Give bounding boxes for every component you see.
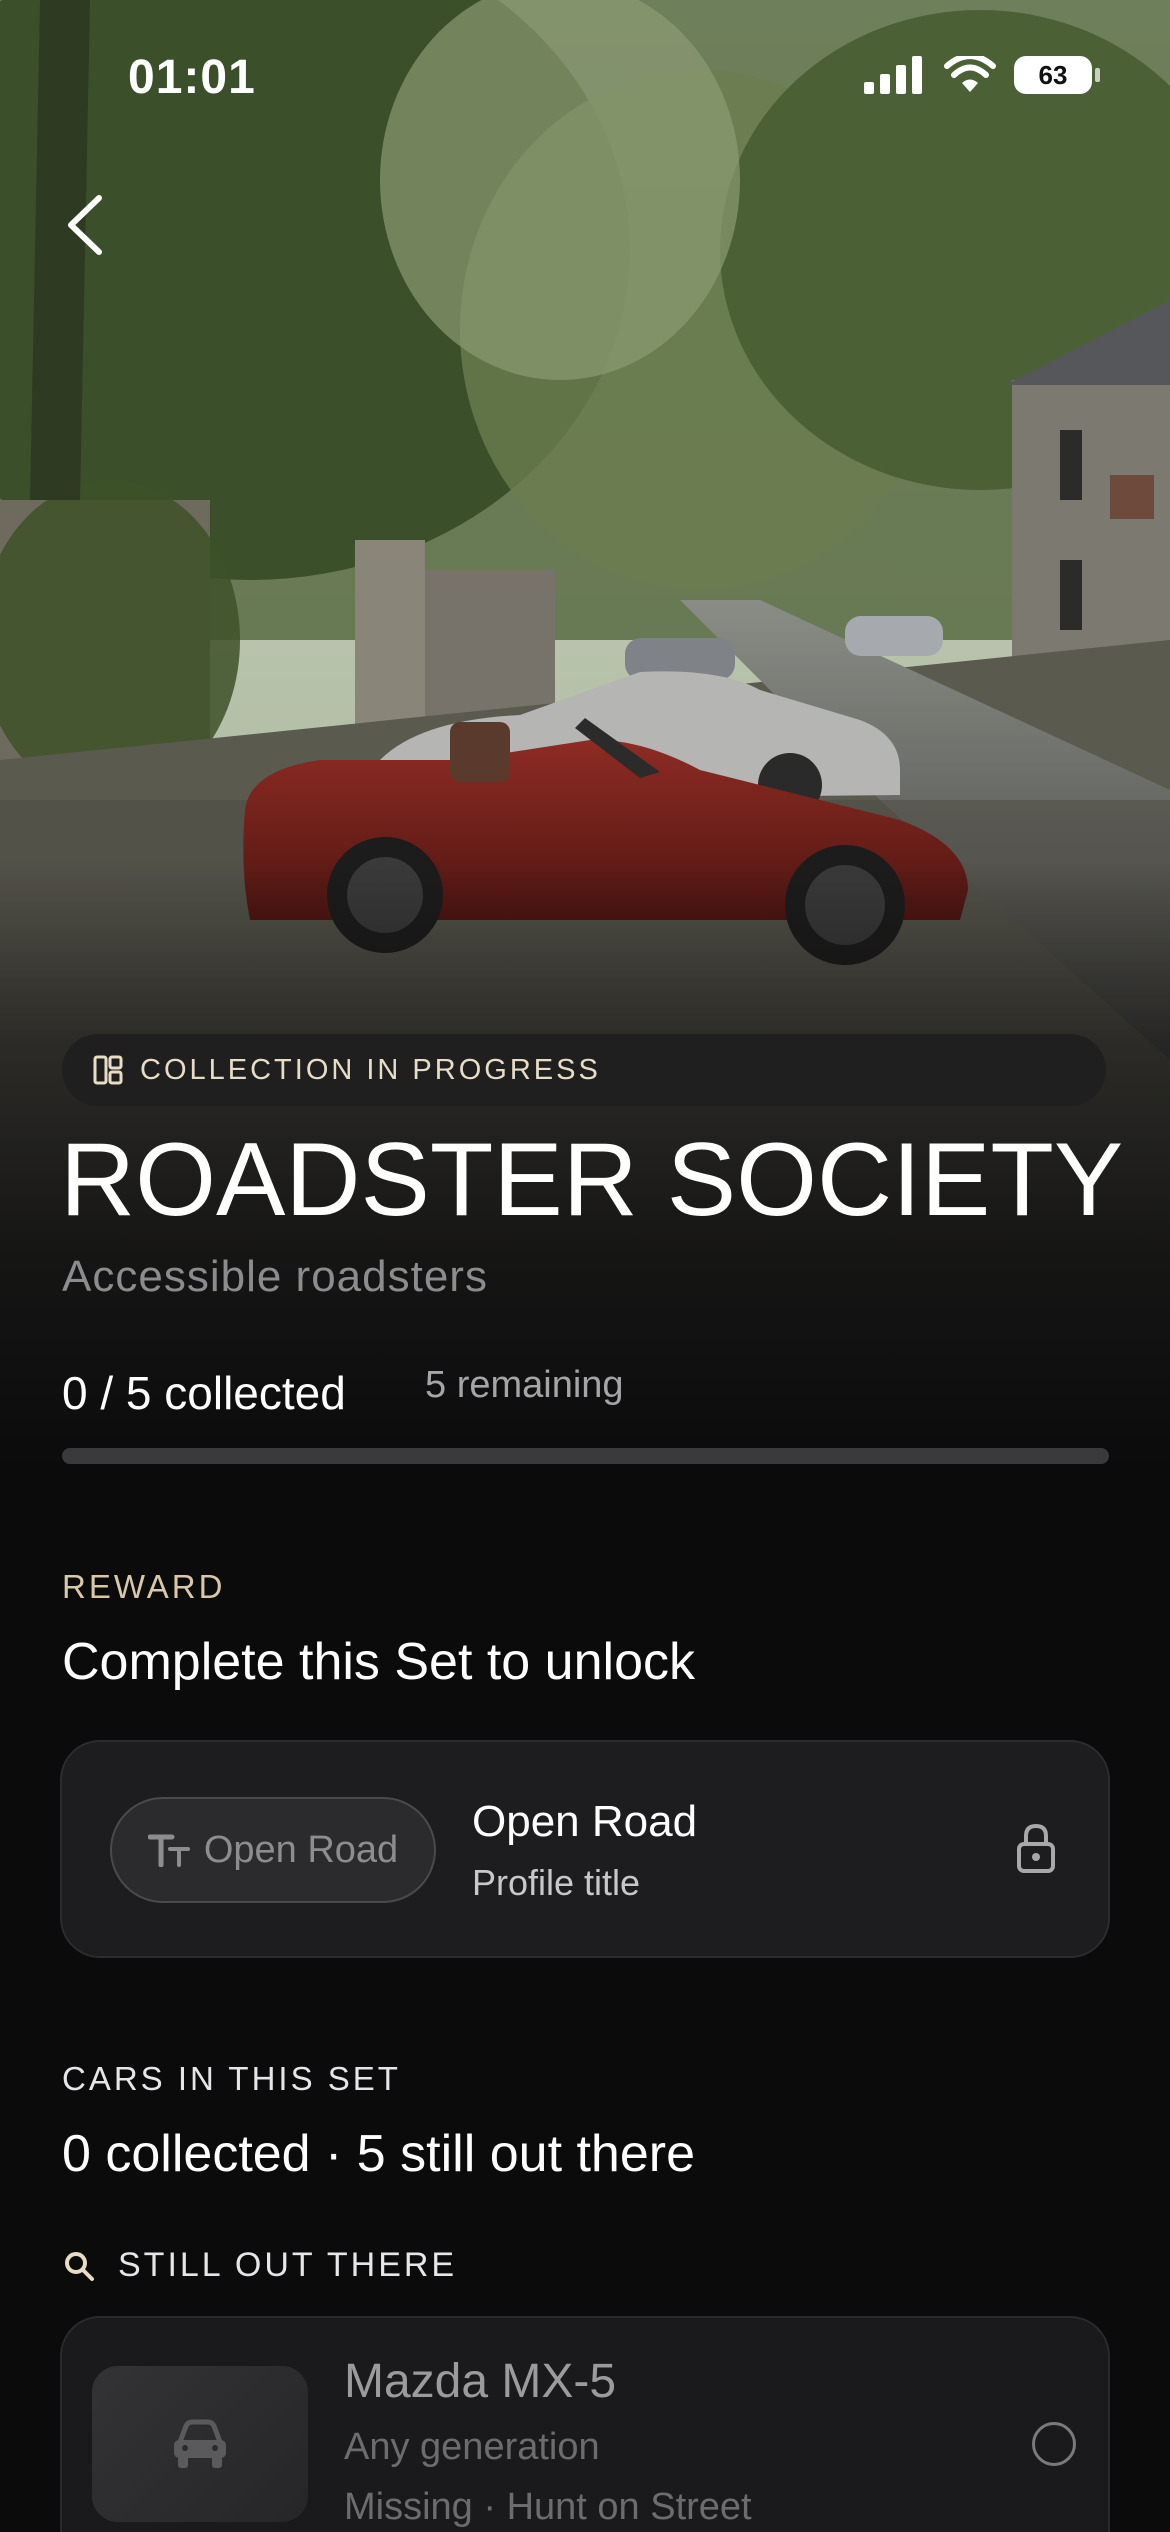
collection-status-badge: COLLECTION IN PROGRESS: [62, 1034, 1106, 1106]
back-button[interactable]: [55, 190, 115, 260]
cars-section-label: CARS IN THIS SET: [62, 2060, 401, 2097]
car-collected-toggle[interactable]: [1032, 2422, 1076, 2466]
car-status: Missing · Hunt on Street: [344, 2486, 752, 2528]
status-time: 01:01: [128, 51, 256, 104]
car-name: Mazda MX-5: [344, 2355, 617, 2408]
search-icon: [65, 2251, 94, 2281]
reward-heading: Complete this Set to unlock: [62, 1633, 695, 1691]
car-icon: [174, 2419, 226, 2468]
wifi-icon: [944, 56, 996, 92]
progress-bar: [62, 1448, 1109, 1464]
lock-icon: [1017, 1823, 1055, 1873]
reward-name: Open Road: [472, 1797, 698, 1846]
remaining-count: 5 remaining: [425, 1364, 624, 1406]
status-icons: 63: [864, 56, 1100, 94]
collection-status-label: COLLECTION IN PROGRESS: [140, 1053, 601, 1086]
page-title: ROADSTER SOCIETY: [60, 1122, 1124, 1238]
reward-chip: Open Road: [110, 1797, 436, 1903]
car-thumbnail: [92, 2366, 308, 2522]
page-subtitle: Accessible roadsters: [62, 1252, 488, 1301]
cars-heading: 0 collected · 5 still out there: [62, 2125, 695, 2183]
collected-count: 0 / 5 collected: [62, 1367, 346, 1419]
reward-chip-label: Open Road: [203, 1828, 399, 1871]
text-style-icon: [147, 1834, 190, 1867]
collection-grid-icon: [93, 1055, 123, 1085]
reward-card[interactable]: Open Road Open Road Profile title: [60, 1740, 1110, 1958]
signal-icon: [864, 56, 922, 94]
still-out-there-label: STILL OUT THERE: [118, 2246, 458, 2284]
still-out-there-header: STILL OUT THERE: [62, 2246, 457, 2285]
chevron-left-icon: [68, 195, 102, 255]
car-generation: Any generation: [344, 2426, 600, 2468]
car-list-item[interactable]: Mazda MX-5 Any generation Missing · Hunt…: [60, 2316, 1110, 2532]
battery-indicator: 63: [1014, 56, 1100, 94]
reward-type: Profile title: [472, 1862, 641, 1903]
reward-section-label: REWARD: [62, 1568, 226, 1605]
status-bar: 01:01 63: [0, 0, 1170, 150]
